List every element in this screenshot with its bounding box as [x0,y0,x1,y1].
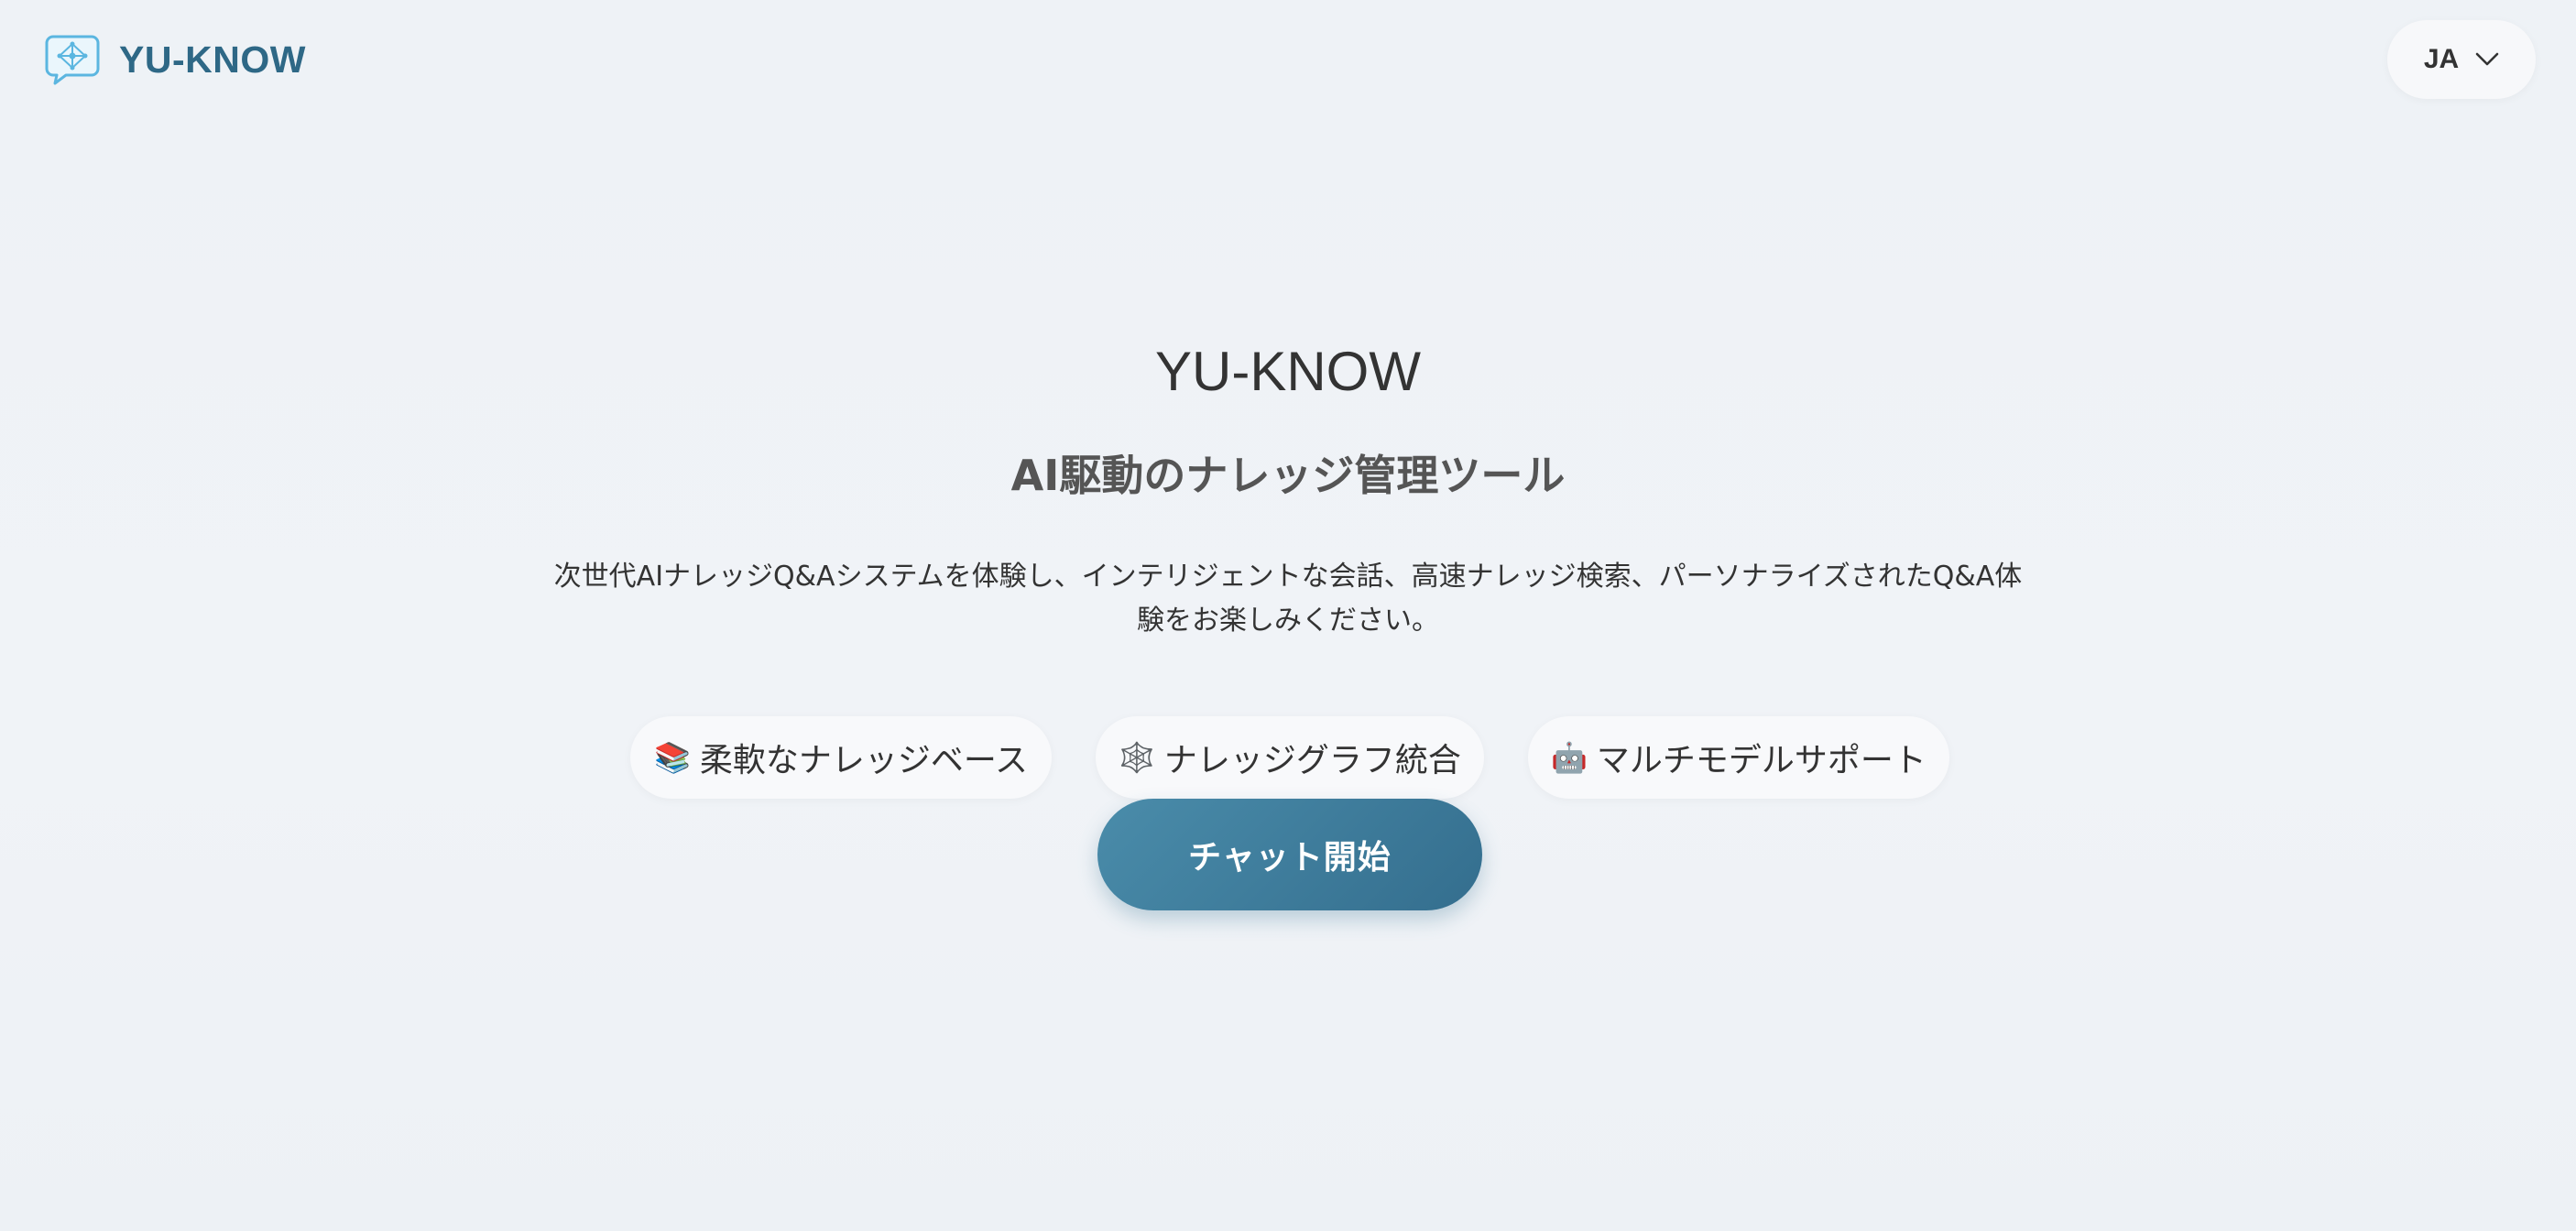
chat-bubble-network-icon [45,35,100,85]
language-selector[interactable]: JA [2387,20,2536,99]
books-icon: 📚 [653,740,691,775]
hero-title: YU-KNOW [1155,341,1421,402]
feature-label: 柔軟なナレッジベース [699,742,1029,779]
feature-label: マルチモデルサポート [1596,742,1927,779]
chevron-down-icon [2475,52,2499,66]
robot-icon: 🤖 [1551,740,1588,775]
feature-knowledge-graph: 🕸️ ナレッジグラフ統合 [1096,716,1484,799]
hero-description: 次世代AIナレッジQ&Aシステムを体験し、インテリジェントな会話、高速ナレッジ検… [553,561,2023,637]
start-chat-button[interactable]: チャット開始 [1097,799,1482,910]
brand-name: YU-KNOW [119,38,306,81]
hero-subtitle: AI駆動のナレッジ管理ツール [1010,451,1566,500]
brand[interactable]: YU-KNOW [44,33,306,86]
language-selected: JA [2423,44,2460,74]
top-header: YU-KNOW JA [0,0,2576,119]
feature-multi-model: 🤖 マルチモデルサポート [1528,716,1949,799]
feature-label: ナレッジグラフ統合 [1163,742,1461,779]
spider-web-icon: 🕸️ [1119,740,1155,775]
feature-flexible-knowledge-base: 📚 柔軟なナレッジベース [630,716,1052,799]
